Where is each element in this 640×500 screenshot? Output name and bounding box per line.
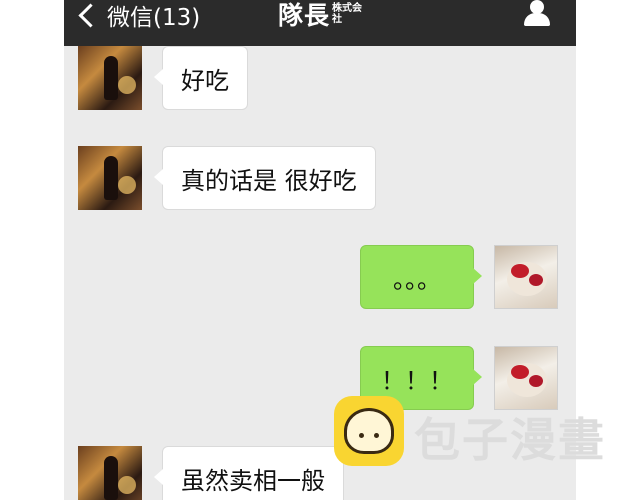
avatar-photo-figure [104,156,118,200]
chat-title-name: 隊長 [277,1,330,30]
steamed-bun-icon [334,396,404,466]
chat-title-subtitle: 株式会社 [332,3,362,25]
chat-profile-button[interactable] [522,0,552,28]
avatar-photo-figure [104,56,118,100]
message-bubble[interactable]: 真的话是 很好吃 [154,146,376,210]
avatar-photo-detail [511,365,529,379]
friend-avatar[interactable] [78,46,142,110]
avatar-photo-glow [118,176,136,194]
self-avatar[interactable] [494,245,558,309]
friend-avatar[interactable] [78,146,142,210]
person-icon [530,0,544,14]
bun-eye [359,433,364,438]
avatar-photo-glow [118,476,136,494]
message-bubble-self[interactable]: 。。。 [360,245,482,309]
message-text: 。。。 [393,265,441,294]
message-text: 真的话是 很好吃 [181,166,357,195]
friend-avatar[interactable] [78,446,142,500]
avatar-photo-figure [104,456,118,500]
avatar-photo-detail [529,274,543,286]
top-bar: 微信(13) 隊長 株式会社 [64,0,576,46]
person-icon-body [524,13,550,26]
watermark-text: 包子漫畫 [414,413,606,467]
chat-title: 隊長 株式会社 [64,0,576,30]
message-bubble[interactable]: 虽然卖相一般 [154,446,344,500]
message-text: ！！！ [381,366,453,395]
steamed-bun-shape [344,408,394,454]
avatar-photo-detail [511,264,529,278]
bun-eye [374,433,379,438]
message-text: 虽然卖相一般 [181,466,325,495]
avatar-photo-glow [118,76,136,94]
avatar-photo-detail [529,375,543,387]
watermark: 包子漫畫 [334,396,634,468]
message-bubble[interactable]: 好吃 [154,46,248,110]
message-text: 好吃 [181,66,229,95]
